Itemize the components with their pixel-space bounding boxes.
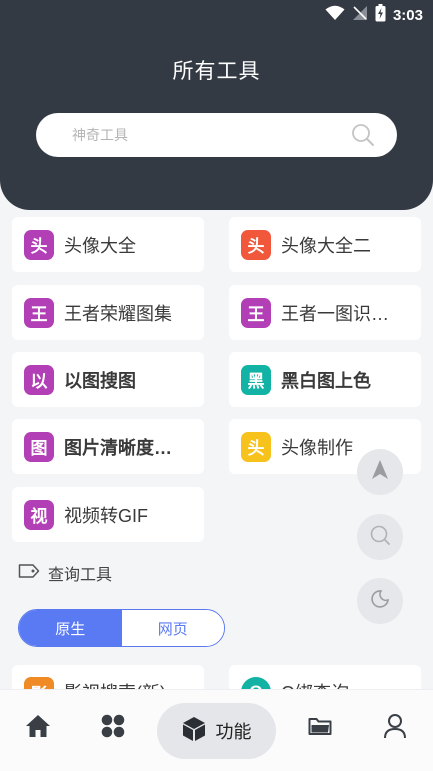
tool-badge: 王 xyxy=(24,297,54,328)
moon-icon xyxy=(369,588,391,615)
tool-card[interactable]: 头 头像大全二 xyxy=(229,217,421,272)
tool-badge: 头 xyxy=(241,229,271,260)
section-header: 查询工具 xyxy=(18,561,112,585)
page-title: 所有工具 xyxy=(172,60,261,83)
tool-label: 图片清晰度… xyxy=(64,437,172,458)
nav-home[interactable] xyxy=(18,700,58,756)
segment-native[interactable]: 原生 xyxy=(19,610,122,646)
section-title: 查询工具 xyxy=(48,567,113,584)
navigate-fab[interactable] xyxy=(357,449,403,495)
battery-charging-icon xyxy=(375,3,386,27)
user-icon xyxy=(383,713,407,744)
tool-card[interactable]: 头 头像大全 xyxy=(12,217,204,272)
navigation-arrow-icon xyxy=(370,459,390,486)
theme-fab[interactable] xyxy=(357,578,403,624)
tool-label: 头像制作 xyxy=(281,437,353,458)
status-time: 3:03 xyxy=(392,6,423,24)
nav-functions[interactable]: 功能 xyxy=(157,703,276,759)
header-panel: 3:03 所有工具 xyxy=(0,0,433,210)
tool-badge: 图 xyxy=(24,431,54,462)
tool-badge: 黑 xyxy=(241,364,271,395)
bottom-nav: 功能 xyxy=(0,689,433,771)
status-bar: 3:03 xyxy=(325,3,423,27)
search-bar[interactable] xyxy=(36,113,397,157)
tool-card[interactable]: 图 图片清晰度… xyxy=(12,419,204,474)
tool-card[interactable]: 以 以图搜图 xyxy=(12,352,204,407)
tool-card[interactable]: 黑 黑白图上色 xyxy=(229,352,421,407)
nav-files[interactable] xyxy=(300,700,340,756)
tool-label: 以图搜图 xyxy=(64,370,136,391)
wifi-icon xyxy=(325,5,345,26)
tool-label: 黑白图上色 xyxy=(281,370,371,391)
nav-functions-label: 功能 xyxy=(215,722,252,742)
nav-apps[interactable] xyxy=(93,700,133,756)
tag-icon xyxy=(18,563,40,584)
tool-label: 头像大全二 xyxy=(281,235,371,256)
tool-card[interactable]: 王 王者荣耀图集 xyxy=(12,285,204,340)
apps-grid-icon xyxy=(100,713,126,744)
tool-card[interactable]: 王 王者一图识… xyxy=(229,285,421,340)
tool-label: 王者荣耀图集 xyxy=(64,303,172,324)
search-fab[interactable] xyxy=(357,514,403,560)
tool-label: 王者一图识… xyxy=(281,303,389,324)
nav-profile[interactable] xyxy=(375,700,415,756)
cube-icon xyxy=(182,716,206,747)
tool-badge: 王 xyxy=(241,297,271,328)
search-icon xyxy=(369,524,391,551)
segment-web[interactable]: 网页 xyxy=(121,610,224,646)
tool-card[interactable]: 视 视频转GIF xyxy=(12,487,204,542)
tool-label: 视频转GIF xyxy=(64,505,148,526)
tool-badge: 以 xyxy=(24,364,54,395)
search-input[interactable] xyxy=(72,127,351,143)
no-signal-icon xyxy=(352,5,368,26)
folder-icon xyxy=(308,716,332,741)
tool-badge: 头 xyxy=(241,431,271,462)
home-icon xyxy=(25,714,51,743)
search-icon[interactable] xyxy=(351,123,375,147)
tool-badge: 视 xyxy=(24,499,54,530)
tool-badge: 头 xyxy=(24,229,54,260)
tool-label: 头像大全 xyxy=(64,235,136,256)
segmented-control: 原生 网页 xyxy=(18,609,225,647)
